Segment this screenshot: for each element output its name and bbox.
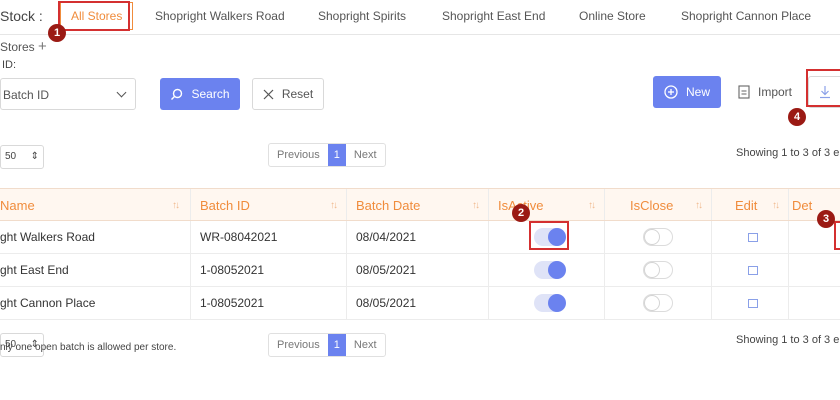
previous-button[interactable]: Previous — [269, 144, 328, 166]
close-icon — [263, 89, 274, 99]
reset-button[interactable]: Reset — [252, 78, 324, 110]
tab-divider — [0, 34, 840, 35]
callout-box-2 — [529, 221, 569, 250]
edit-icon[interactable] — [748, 233, 758, 242]
section-title: Stores — [0, 40, 35, 54]
sort-icon[interactable]: ↑↓ — [172, 189, 180, 222]
cell-batch-id: 1-08052021 — [200, 263, 265, 277]
pagination-top: Previous 1 Next — [268, 143, 386, 167]
footnote: nly one open batch is allowed per store. — [0, 342, 177, 353]
page-size-value: 50 — [5, 151, 17, 162]
new-button[interactable]: New — [653, 76, 721, 108]
col-name[interactable]: Name — [0, 189, 35, 222]
pagination-bottom: Previous 1 Next — [268, 333, 386, 357]
tab-shopright-east-end[interactable]: Shopright East End — [442, 2, 545, 30]
tab-shopright-walkers-road[interactable]: Shopright Walkers Road — [155, 2, 285, 30]
tab-shopright-spirits[interactable]: Shopright Spirits — [318, 2, 406, 30]
plus-icon[interactable]: + — [38, 38, 47, 55]
chevron-down-icon — [116, 87, 127, 98]
table-row: ght Walkers Road WR-08042021 08/04/2021 — [0, 221, 840, 254]
tab-online-store[interactable]: Online Store — [579, 2, 646, 30]
sort-icon[interactable]: ↑↓ — [772, 189, 780, 222]
showing-info-top: Showing 1 to 3 of 3 e — [736, 147, 840, 159]
col-batch-id[interactable]: Batch ID — [200, 189, 250, 222]
plus-circle-icon — [664, 85, 678, 99]
col-batch-date[interactable]: Batch Date — [356, 189, 420, 222]
batch-id-select-value: Batch ID — [3, 88, 50, 102]
callout-box-1 — [58, 1, 130, 31]
cell-name: ght Walkers Road — [0, 230, 95, 244]
import-button[interactable]: Import — [726, 76, 804, 108]
is-active-toggle[interactable] — [534, 261, 566, 279]
is-close-toggle[interactable] — [643, 228, 673, 246]
sort-icon[interactable]: ↑↓ — [472, 189, 480, 222]
is-active-toggle[interactable] — [534, 294, 566, 312]
new-label: New — [685, 85, 710, 99]
is-close-toggle[interactable] — [643, 261, 673, 279]
search-icon — [171, 88, 183, 100]
sort-icon[interactable]: ↑↓ — [695, 189, 703, 222]
document-icon — [738, 85, 750, 99]
is-close-toggle[interactable] — [643, 294, 673, 312]
sort-icon[interactable]: ↑↓ — [330, 189, 338, 222]
table-row: ght East End 1-08052021 08/05/2021 — [0, 254, 840, 287]
callout-badge-2: 2 — [512, 204, 530, 222]
tab-shopright-cannon-place[interactable]: Shopright Cannon Place — [681, 2, 811, 30]
cell-batch-date: 08/05/2021 — [356, 296, 417, 310]
search-button[interactable]: Search — [160, 78, 240, 110]
batch-id-select[interactable]: Batch ID — [0, 78, 136, 110]
current-page[interactable]: 1 — [327, 144, 346, 166]
stock-label: Stock : — [0, 8, 43, 24]
current-page[interactable]: 1 — [327, 334, 346, 356]
col-is-close[interactable]: IsClose — [630, 189, 673, 222]
cell-name: ght Cannon Place — [0, 296, 96, 310]
callout-box-3 — [834, 221, 840, 250]
cell-batch-id: WR-08042021 — [200, 230, 278, 244]
callout-box-4 — [806, 69, 840, 107]
table-header: Name ↑↓ Batch ID ↑↓ Batch Date ↑↓ IsActi… — [0, 188, 840, 221]
previous-button[interactable]: Previous — [269, 334, 328, 356]
edit-icon[interactable] — [748, 299, 758, 308]
cell-batch-date: 08/05/2021 — [356, 263, 417, 277]
table-row: ght Cannon Place 1-08052021 08/05/2021 — [0, 287, 840, 320]
edit-icon[interactable] — [748, 266, 758, 275]
cell-batch-id: 1-08052021 — [200, 296, 265, 310]
cell-batch-date: 08/04/2021 — [356, 230, 417, 244]
reset-label: Reset — [281, 87, 314, 101]
sort-icon[interactable]: ↑↓ — [588, 189, 596, 222]
next-button[interactable]: Next — [346, 144, 385, 166]
col-details[interactable]: Det — [792, 189, 812, 222]
next-button[interactable]: Next — [346, 334, 385, 356]
page-size-select[interactable]: 50 ⇕ — [0, 145, 44, 169]
updown-icon: ⇕ — [30, 151, 39, 162]
col-edit[interactable]: Edit — [735, 189, 757, 222]
cell-name: ght East End — [0, 263, 69, 277]
callout-badge-3: 3 — [817, 210, 835, 228]
callout-badge-1: 1 — [48, 24, 66, 42]
showing-info-bottom: Showing 1 to 3 of 3 e — [736, 334, 840, 346]
id-label: ID: — [2, 59, 17, 71]
callout-badge-4: 4 — [788, 108, 806, 126]
search-label: Search — [191, 87, 230, 101]
import-label: Import — [757, 85, 792, 99]
